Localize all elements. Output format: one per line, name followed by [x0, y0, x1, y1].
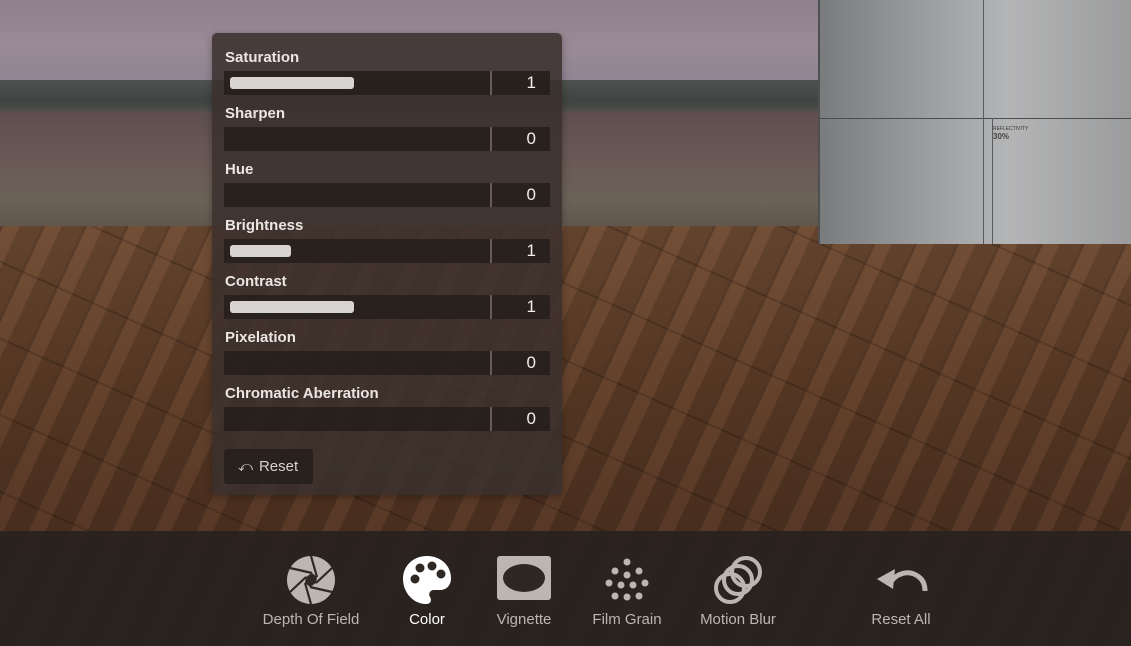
- tool-label: Vignette: [496, 611, 552, 628]
- tool-label: Depth Of Field: [262, 611, 360, 628]
- tool-vignette[interactable]: Vignette: [490, 555, 558, 628]
- cube-label: REFLECTIVITY 30%: [993, 125, 1028, 141]
- aperture-icon: [287, 555, 335, 605]
- tool-reset-all[interactable]: Reset All: [866, 555, 936, 628]
- tool-label: Reset All: [871, 611, 931, 628]
- hue-slider[interactable]: [224, 183, 492, 207]
- palette-icon: [403, 556, 451, 604]
- chromatic-aberration-slider[interactable]: [224, 407, 492, 431]
- tool-label: Color: [409, 611, 445, 628]
- pixelation-value[interactable]: 0: [492, 351, 550, 375]
- hue-label: Hue: [225, 161, 254, 178]
- chromatic-aberration-value[interactable]: 0: [492, 407, 550, 431]
- reset-button[interactable]: ⤺ Reset: [224, 449, 313, 484]
- sharpen-value[interactable]: 0: [492, 127, 550, 151]
- hue-value[interactable]: 0: [492, 183, 550, 207]
- brightness-label: Brightness: [225, 217, 304, 234]
- reflectivity-cube: [818, 0, 1131, 244]
- reset-button-label: Reset: [258, 458, 299, 475]
- cube-edge: [983, 0, 984, 244]
- slider-fill: [230, 301, 355, 313]
- cube-edge: [818, 118, 1131, 119]
- effects-toolbar: Depth Of Field Color Vignette Film Grain…: [0, 531, 1131, 646]
- motion-blur-icon: [714, 556, 762, 604]
- undo-icon: [877, 569, 928, 592]
- color-settings-panel: Saturation 1 Sharpen 0 Hue 0 Brightness …: [212, 33, 562, 495]
- undo-icon: ⤺: [238, 458, 253, 474]
- tool-film-grain[interactable]: Film Grain: [588, 555, 666, 628]
- tool-label: Film Grain: [592, 611, 662, 628]
- slider-fill: [230, 77, 355, 89]
- saturation-value[interactable]: 1: [492, 71, 550, 95]
- cube-label-value: 30%: [993, 132, 1010, 141]
- film-grain-icon: [605, 558, 649, 601]
- brightness-value[interactable]: 1: [492, 239, 550, 263]
- tool-label: Motion Blur: [700, 611, 776, 628]
- chromatic-aberration-label: Chromatic Aberration: [225, 385, 379, 402]
- vignette-icon: [497, 556, 551, 600]
- contrast-slider[interactable]: [224, 295, 492, 319]
- contrast-label: Contrast: [225, 273, 287, 290]
- sharpen-label: Sharpen: [225, 105, 286, 122]
- pixelation-slider[interactable]: [224, 351, 492, 375]
- tool-motion-blur[interactable]: Motion Blur: [696, 555, 780, 628]
- slider-fill: [230, 245, 291, 257]
- contrast-value[interactable]: 1: [492, 295, 550, 319]
- saturation-slider[interactable]: [224, 71, 492, 95]
- sharpen-slider[interactable]: [224, 127, 492, 151]
- saturation-label: Saturation: [225, 49, 300, 66]
- brightness-slider[interactable]: [224, 239, 492, 263]
- tool-depth-of-field[interactable]: Depth Of Field: [255, 555, 367, 628]
- tool-color[interactable]: Color: [396, 555, 458, 628]
- pixelation-label: Pixelation: [225, 329, 296, 346]
